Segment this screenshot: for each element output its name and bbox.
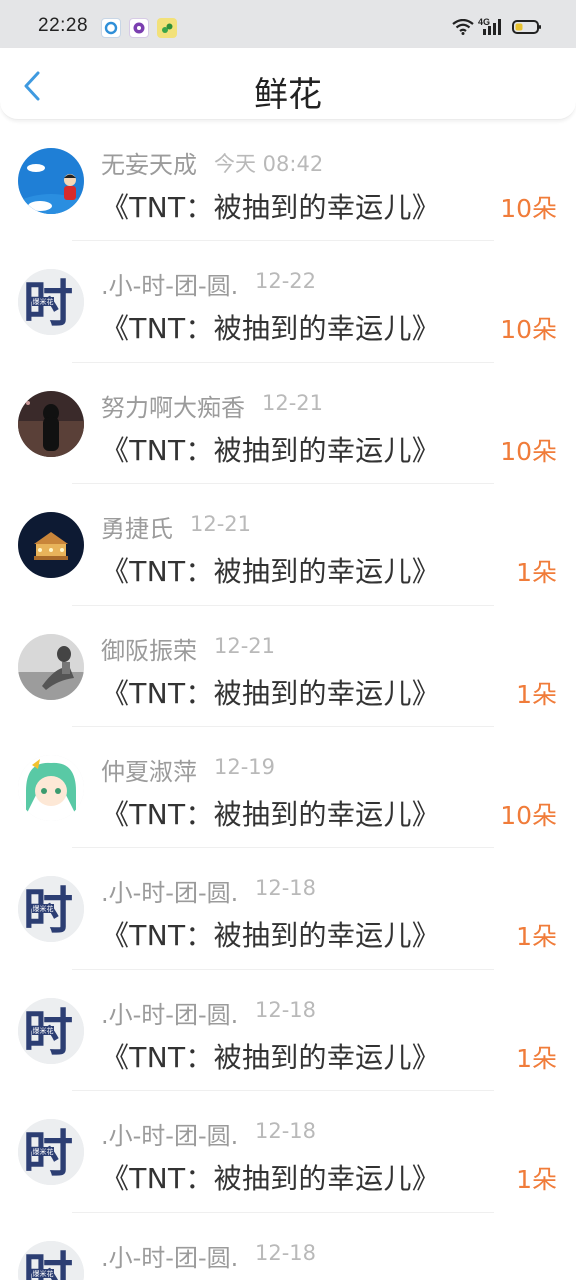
avatar[interactable]: 时爆米花 bbox=[18, 269, 84, 336]
sender-name[interactable]: 无妄天成 bbox=[101, 145, 197, 180]
status-indicators bbox=[452, 18, 542, 36]
list-item[interactable]: 时爆米花 .小-时-团-圆. 12-22 《TNT：被抽到的幸运儿》 10朵 bbox=[0, 241, 576, 363]
avatar[interactable] bbox=[18, 148, 84, 214]
avatar[interactable] bbox=[18, 754, 84, 821]
list-item[interactable]: 努力啊大痴香 12-21 《TNT：被抽到的幸运儿》 10朵 bbox=[0, 363, 576, 485]
flower-count: 10朵 bbox=[500, 436, 557, 466]
svg-text:爆米花: 爆米花 bbox=[33, 1269, 54, 1278]
flower-count: 1朵 bbox=[516, 1165, 557, 1195]
flower-count: 10朵 bbox=[500, 800, 557, 830]
top-navigation-bar: 鲜花 bbox=[0, 48, 576, 120]
gift-timestamp: 12-18 bbox=[255, 876, 317, 901]
gift-timestamp: 12-18 bbox=[255, 1119, 317, 1144]
gift-timestamp: 12-21 bbox=[214, 633, 276, 658]
media-app-icon bbox=[129, 18, 149, 38]
sender-name[interactable]: 努力啊大痴香 bbox=[101, 388, 245, 423]
page-title: 鲜花 bbox=[254, 75, 322, 115]
list-item[interactable]: 无妄天成 今天 08:42 《TNT：被抽到的幸运儿》 10朵 bbox=[0, 120, 576, 242]
status-time: 22:28 bbox=[38, 15, 89, 36]
svg-text:爆米花: 爆米花 bbox=[33, 904, 54, 913]
wifi-icon bbox=[452, 19, 474, 35]
sender-name[interactable]: .小-时-团-圆. bbox=[101, 873, 238, 908]
list-item[interactable]: 仲夏淑萍 12-19 《TNT：被抽到的幸运儿》 10朵 bbox=[0, 727, 576, 849]
work-title[interactable]: 《TNT：被抽到的幸运儿》 bbox=[101, 1036, 440, 1076]
sender-name[interactable]: .小-时-团-圆. bbox=[101, 1116, 238, 1151]
gift-timestamp: 12-21 bbox=[190, 512, 252, 537]
list-item[interactable]: 勇捷氏 12-21 《TNT：被抽到的幸运儿》 1朵 bbox=[0, 484, 576, 606]
work-title[interactable]: 《TNT：被抽到的幸运儿》 bbox=[101, 550, 440, 590]
avatar[interactable] bbox=[18, 512, 84, 579]
browser-app-icon bbox=[101, 18, 121, 38]
flower-gift-list: 无妄天成今天 08:42《TNT：被抽到的幸运儿》10朵时爆米花.小-时-团-圆… bbox=[0, 120, 576, 1280]
flower-count: 1朵 bbox=[516, 922, 557, 952]
sender-name[interactable]: 仲夏淑萍 bbox=[101, 752, 197, 787]
work-title[interactable]: 《TNT：被抽到的幸运儿》 bbox=[101, 793, 440, 833]
list-item[interactable]: 时爆米花 .小-时-团-圆. 12-18 《TNT：被抽到的幸运儿》 1朵 bbox=[0, 848, 576, 970]
list-item[interactable]: 时爆米花.小-时-团-圆.12-18《TNT：被抽到的幸运儿》 bbox=[0, 1213, 576, 1280]
avatar[interactable]: 时爆米花 bbox=[18, 1119, 84, 1186]
flower-count: 10朵 bbox=[500, 194, 557, 223]
avatar[interactable] bbox=[18, 390, 84, 457]
svg-text:爆米花: 爆米花 bbox=[33, 1026, 54, 1035]
flower-count: 10朵 bbox=[500, 315, 557, 345]
gift-timestamp: 12-18 bbox=[255, 997, 317, 1022]
sender-name[interactable]: 御阪振荣 bbox=[101, 631, 197, 666]
battery-icon bbox=[512, 20, 541, 34]
list-item[interactable]: 时爆米花 .小-时-团-圆. 12-18 《TNT：被抽到的幸运儿》 1朵 bbox=[0, 970, 576, 1092]
gift-timestamp: 12-19 bbox=[214, 754, 276, 779]
work-title[interactable]: 《TNT：被抽到的幸运儿》 bbox=[101, 429, 440, 469]
work-title[interactable]: 《TNT：被抽到的幸运儿》 bbox=[101, 307, 440, 347]
gift-timestamp: 12-18 bbox=[255, 1240, 317, 1265]
gift-timestamp: 今天 08:42 bbox=[214, 152, 324, 176]
status-app-icons bbox=[101, 18, 177, 38]
work-title[interactable]: 《TNT：被抽到的幸运儿》 bbox=[101, 914, 440, 954]
list-item[interactable]: 时爆米花 .小-时-团-圆. 12-18 《TNT：被抽到的幸运儿》 1朵 bbox=[0, 1091, 576, 1213]
gift-timestamp: 12-21 bbox=[262, 390, 324, 415]
sender-name[interactable]: 勇捷氏 bbox=[101, 509, 173, 544]
network-type-label: 4G bbox=[478, 17, 491, 27]
list-item[interactable]: 御阪振荣 12-21 《TNT：被抽到的幸运儿》 1朵 bbox=[0, 606, 576, 727]
work-title[interactable]: 《TNT：被抽到的幸运儿》 bbox=[101, 672, 440, 712]
flower-count: 1朵 bbox=[516, 1043, 557, 1073]
avatar[interactable]: 时爆米花 bbox=[18, 1240, 84, 1280]
status-bar: 22:28 4G bbox=[0, 0, 576, 48]
sender-name[interactable]: .小-时-团-圆. bbox=[101, 995, 238, 1030]
green-app-icon bbox=[157, 18, 177, 38]
flower-count: 1朵 bbox=[516, 679, 557, 709]
avatar[interactable]: 时爆米花 bbox=[18, 997, 84, 1064]
gift-timestamp: 12-22 bbox=[255, 269, 317, 294]
sender-name[interactable]: .小-时-团-圆. bbox=[101, 266, 238, 301]
work-title[interactable]: 《TNT：被抽到的幸运儿》 bbox=[101, 1157, 440, 1197]
work-title[interactable]: 《TNT：被抽到的幸运儿》 bbox=[101, 186, 440, 226]
svg-text:爆米花: 爆米花 bbox=[33, 297, 54, 306]
avatar[interactable]: 时爆米花 bbox=[18, 876, 84, 943]
sender-name[interactable]: .小-时-团-圆. bbox=[101, 1238, 238, 1273]
avatar[interactable] bbox=[18, 633, 84, 700]
flower-count: 1朵 bbox=[516, 558, 557, 588]
svg-text:爆米花: 爆米花 bbox=[33, 1147, 54, 1156]
